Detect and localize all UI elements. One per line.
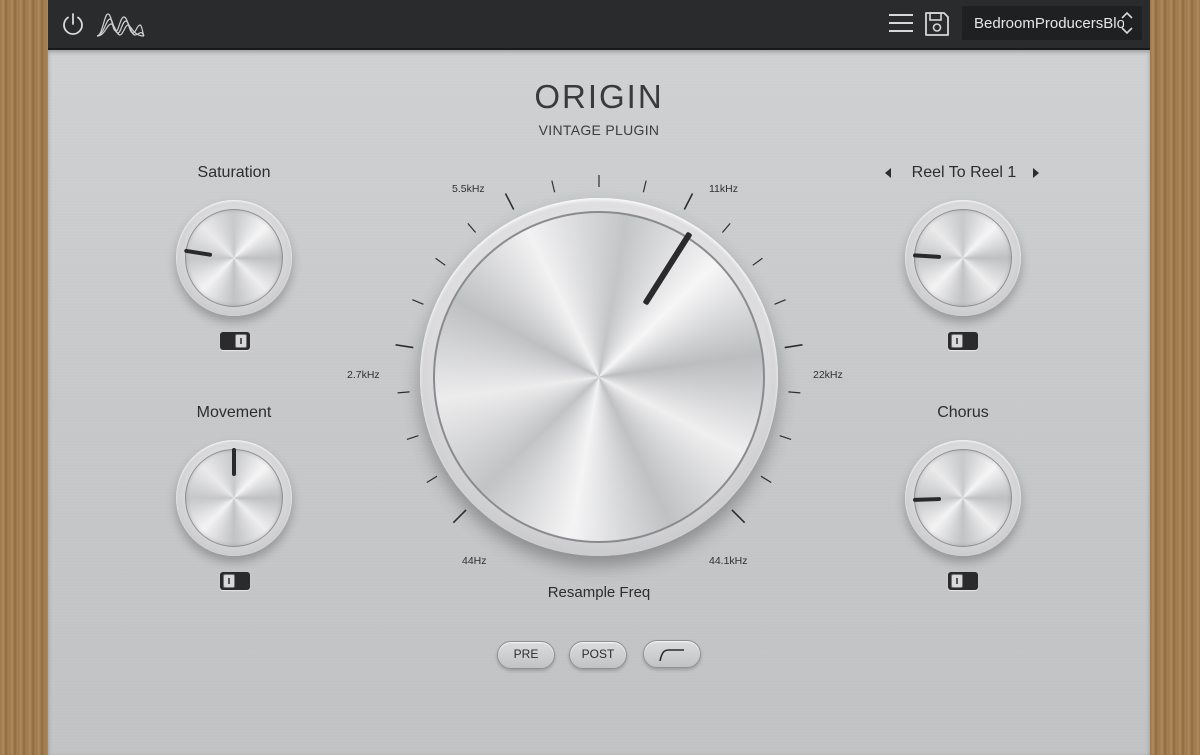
- resample-tick: [406, 435, 419, 440]
- power-icon[interactable]: [60, 11, 86, 37]
- waveform-logo-icon: [96, 13, 145, 37]
- plugin-window: BedroomProducersBlog ORIGIN VINTAGE PLUG…: [48, 0, 1150, 755]
- filter-button[interactable]: [643, 640, 701, 668]
- resample-tick: [412, 299, 424, 305]
- resample-tick: [467, 223, 477, 233]
- filter-curve-icon: [659, 649, 684, 662]
- tick-label-22khz: 22kHz: [813, 369, 843, 381]
- resample-tick: [784, 343, 803, 349]
- resample-tick: [683, 193, 694, 210]
- resample-freq-knob[interactable]: [420, 198, 778, 556]
- tick-label-5.5khz: 5.5kHz: [452, 183, 485, 195]
- tick-label-44.1khz: 44.1kHz: [709, 555, 748, 567]
- tick-label-44hz: 44Hz: [462, 555, 487, 567]
- hamburger-menu-icon[interactable]: [888, 12, 914, 34]
- resample-knob-face: [433, 211, 765, 543]
- brushed-metal-panel: ORIGIN VINTAGE PLUGIN Saturation Movemen…: [48, 50, 1150, 755]
- resample-tick: [752, 257, 763, 266]
- resample-tick: [435, 257, 446, 266]
- resample-tick: [731, 509, 746, 524]
- resample-tick: [504, 193, 515, 210]
- resample-tick: [426, 475, 438, 484]
- preset-selector[interactable]: BedroomProducersBlog: [962, 6, 1142, 40]
- pre-button[interactable]: PRE: [497, 641, 555, 669]
- resample-tick: [721, 223, 731, 233]
- resample-tick: [779, 435, 792, 440]
- wood-side-right: [1150, 0, 1200, 755]
- resample-tick: [551, 180, 556, 193]
- save-icon[interactable]: [924, 11, 950, 37]
- tick-label-2.7khz: 2.7kHz: [347, 369, 380, 381]
- resample-tick: [788, 391, 801, 394]
- resample-tick: [774, 299, 786, 305]
- top-toolbar: BedroomProducersBlog: [48, 0, 1150, 50]
- resample-tick: [452, 509, 467, 524]
- resample-tick: [760, 475, 772, 484]
- preset-name: BedroomProducersBlog: [974, 15, 1124, 32]
- post-button[interactable]: POST: [569, 641, 627, 669]
- resample-freq-label: Resample Freq: [547, 584, 651, 601]
- wood-side-left: [0, 0, 48, 755]
- resample-tick: [395, 343, 414, 349]
- resample-tick: [397, 391, 410, 394]
- tick-label-11khz: 11kHz: [709, 183, 738, 195]
- updown-chevron-icon[interactable]: [1120, 10, 1134, 36]
- resample-tick: [642, 180, 647, 193]
